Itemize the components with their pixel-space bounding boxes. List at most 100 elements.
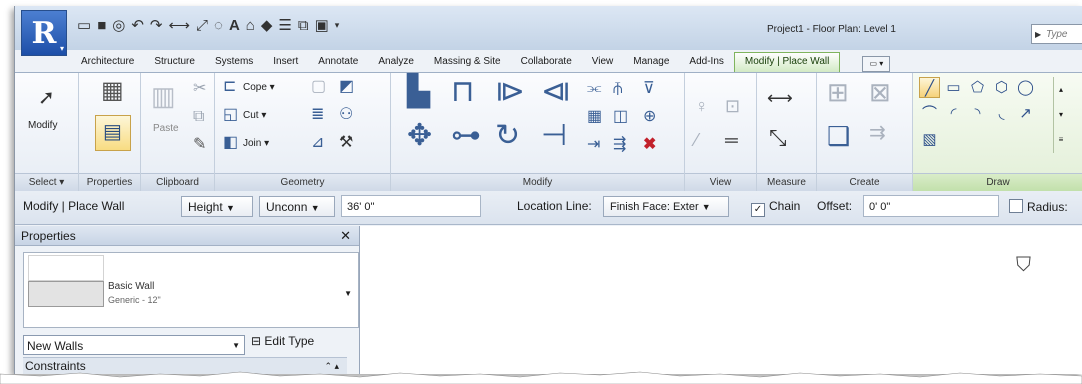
cope-icon[interactable]: ⊏ [223,79,236,95]
align-icon[interactable]: ▙ [407,77,430,107]
search-input[interactable]: ▶ Type [1031,24,1082,44]
line-icon[interactable]: ╱ [919,77,940,98]
select-panel-title[interactable]: Select ▾ [15,173,78,191]
tab-view[interactable]: View [582,53,624,72]
modify-button[interactable]: ➚ Modify [25,79,69,151]
tab-modify-place-wall[interactable]: Modify | Place Wall [733,52,841,72]
tangent-arc-icon[interactable]: ◝ [967,103,988,124]
unconnected-dropdown[interactable]: Unconn ▼ [259,196,335,217]
close-icon[interactable]: ✕ [340,226,351,246]
split-gap-icon[interactable]: ⫚ [613,81,623,97]
tab-collaborate[interactable]: Collaborate [511,53,582,72]
join-button[interactable]: Join ▾ [243,138,269,149]
cut-clipboard-icon[interactable]: ✂ [193,81,206,97]
location-line-dropdown[interactable]: Finish Face: Exter ▼ [603,196,729,217]
center-arc-icon[interactable]: ◜ [943,103,964,124]
rectangle-icon[interactable]: ▭ [943,77,964,98]
open-icon[interactable]: ▭ [77,16,91,34]
tab-analyze[interactable]: Analyze [368,53,424,72]
create-group-icon[interactable]: ❑ [827,123,850,149]
instance-filter-dropdown[interactable]: New Walls ▼ [23,335,245,355]
paste-icon[interactable]: ▥ [151,83,176,109]
qat-dropdown-icon[interactable]: ▾ [335,20,340,31]
radius-checkbox[interactable]: Radius: [1009,199,1068,214]
redo-icon[interactable]: ↷ [150,16,163,34]
offset-field[interactable]: 0' 0" [863,195,999,217]
cut-button[interactable]: Cut ▾ [243,110,266,121]
copy-icon[interactable]: ⧉ [193,109,204,125]
unpin-icon[interactable]: ⊽ [643,81,655,97]
create-parts-icon[interactable]: ⊠ [869,79,891,105]
close-hidden-icon[interactable]: ⧉ [298,17,309,34]
trim-multiple-icon[interactable]: ⇥ [587,137,600,153]
hammer-icon[interactable]: ⚒ [339,135,353,151]
trim-extend-icon[interactable]: ⊣ [541,121,567,151]
hide-element-icon[interactable]: ♀ [695,97,709,115]
tab-add-ins[interactable]: Add-Ins [679,53,733,72]
match-properties-icon[interactable]: ✎ [193,137,206,153]
scale-icon[interactable]: ◫ [613,109,628,125]
aligned-dimension-icon[interactable]: ⤡ [769,127,787,149]
measure-icon[interactable]: ⟷ [169,16,191,34]
copy-element-icon[interactable]: ⊶ [451,121,481,151]
tab-annotate[interactable]: Annotate [308,53,368,72]
delete-icon[interactable]: ✖ [643,137,656,153]
undo-icon[interactable]: ↶ [131,16,144,34]
remove-paint-icon[interactable]: ⚇ [339,107,353,123]
rotate-icon[interactable]: ↻ [495,121,520,151]
start-end-arc-icon[interactable]: ⌒ [919,103,940,124]
text-icon[interactable]: A [229,17,240,34]
wall-joins-icon[interactable]: ◩ [339,79,354,95]
sync-icon[interactable]: ◎ [112,16,125,34]
height-dropdown[interactable]: Height ▼ [181,196,253,217]
split-element-icon[interactable]: ⫘ [587,81,601,97]
thin-lines-icon[interactable]: ☰ [278,16,291,34]
split-face-icon[interactable]: ▢ [311,79,326,95]
create-assembly-icon[interactable]: ⊞ [827,79,849,105]
create-similar-icon[interactable]: ⇉ [869,123,886,143]
mirror-draw-axis-icon[interactable]: ⧏ [541,77,571,107]
offset-icon[interactable]: ⊓ [451,77,474,107]
circumscribed-polygon-icon[interactable]: ⬡ [991,77,1012,98]
tab-structure[interactable]: Structure [144,53,205,72]
cut-icon[interactable]: ◱ [223,107,238,123]
measure-distance-icon[interactable]: ⟷ [767,89,793,107]
demolish-icon[interactable]: ⊿ [311,135,324,151]
dimension-icon[interactable]: ⤢ [196,17,208,34]
switch-windows-icon[interactable]: ▣ [315,16,329,34]
type-properties-icon[interactable]: ▦ [101,79,124,103]
pin-icon[interactable]: ⊕ [643,109,656,125]
edit-type-button[interactable]: ⊟ Edit Type [251,334,314,348]
linework-icon[interactable]: ⁄ [695,131,698,149]
trim-single-icon[interactable]: ⇶ [613,137,626,153]
thin-line-icon[interactable]: ═ [725,131,738,149]
circle-icon[interactable]: ◯ [1015,77,1036,98]
tab-architecture[interactable]: Architecture [71,53,144,72]
tab-insert[interactable]: Insert [263,53,308,72]
drawing-canvas[interactable] [360,226,1082,374]
polygon-icon[interactable]: ⬠ [967,77,988,98]
array-icon[interactable]: ▦ [587,109,602,125]
tab-manage[interactable]: Manage [623,53,679,72]
revit-logo-icon[interactable]: R ▾ [21,10,67,56]
type-selector[interactable]: Basic Wall Generic - 12" ▼ [23,252,359,328]
tab-massing-site[interactable]: Massing & Site [424,53,511,72]
chain-checkbox[interactable]: ✓ Chain [751,199,800,217]
paint-icon[interactable]: ≣ [311,107,324,123]
properties-button[interactable]: ▤ [95,115,131,151]
pick-faces-icon[interactable]: ▧ [919,129,940,150]
join-icon[interactable]: ◧ [223,135,238,151]
draw-gallery-scroll[interactable]: ▴ ▾ ≡ [1053,77,1068,153]
section-icon[interactable]: ◆ [261,16,273,34]
override-graphics-icon[interactable]: ⊡ [725,97,740,115]
pick-lines-icon[interactable]: ↗ [1015,103,1036,124]
save-icon[interactable]: ■ [97,17,106,34]
mirror-pick-axis-icon[interactable]: ⧐ [495,77,525,107]
ribbon-minimize-button[interactable]: ▭ ▾ [862,56,891,72]
fillet-arc-icon[interactable]: ◟ [991,103,1012,124]
height-value-field[interactable]: 36' 0" [341,195,481,217]
tag-icon[interactable]: ◌ [214,17,223,34]
3d-view-icon[interactable]: ⌂ [246,17,255,34]
tab-systems[interactable]: Systems [205,53,263,72]
move-icon[interactable]: ✥ [407,121,432,151]
